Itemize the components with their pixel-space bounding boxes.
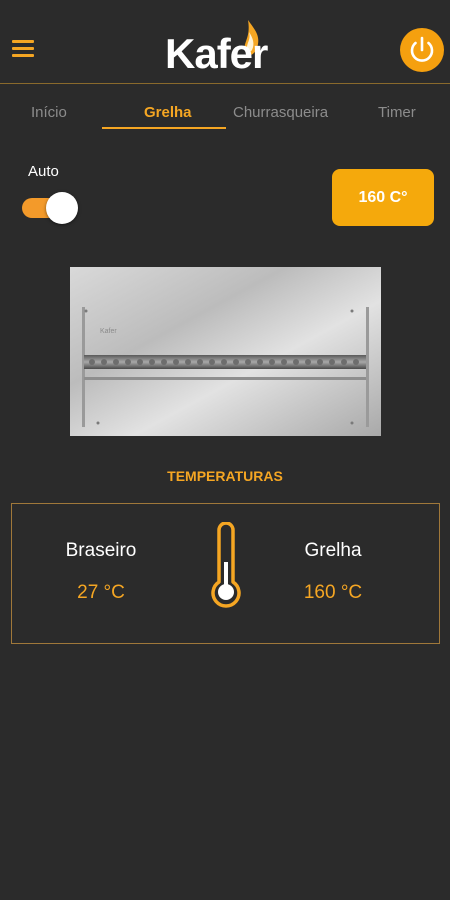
logo-text: Kafer <box>165 30 268 77</box>
temperatures-panel: Braseiro 27 °C Grelha 160 °C <box>11 503 440 644</box>
svg-text:Kafer: Kafer <box>100 328 117 335</box>
temperatures-title: TEMPERATURAS <box>167 468 283 484</box>
braseiro-readout: Braseiro 27 °C <box>36 540 166 604</box>
hamburger-menu-icon[interactable] <box>12 40 34 58</box>
grelha-value: 160 °C <box>303 582 363 603</box>
target-temperature-button[interactable]: 160 C° <box>332 169 434 226</box>
kafer-logo: Kafer <box>165 18 285 80</box>
tab-bar: Início Grelha Churrasqueira Timer <box>0 96 450 136</box>
grill-photo: Kafer <box>70 267 381 436</box>
auto-toggle[interactable] <box>22 192 78 224</box>
braseiro-value: 27 °C <box>77 582 125 603</box>
tab-inicio[interactable]: Início <box>31 104 67 121</box>
toggle-knob <box>46 192 78 224</box>
tab-timer[interactable]: Timer <box>378 104 416 121</box>
active-tab-indicator <box>102 127 226 129</box>
grelha-readout: Grelha 160 °C <box>268 540 398 604</box>
auto-label: Auto <box>28 163 59 180</box>
thermometer-icon <box>211 522 241 608</box>
grelha-label: Grelha <box>304 540 362 561</box>
tab-grelha[interactable]: Grelha <box>144 104 192 121</box>
app-header: Kafer <box>0 0 450 84</box>
braseiro-label: Braseiro <box>65 540 137 561</box>
power-button[interactable] <box>400 28 444 72</box>
tab-churrasqueira[interactable]: Churrasqueira <box>233 104 328 121</box>
power-icon <box>410 36 434 62</box>
